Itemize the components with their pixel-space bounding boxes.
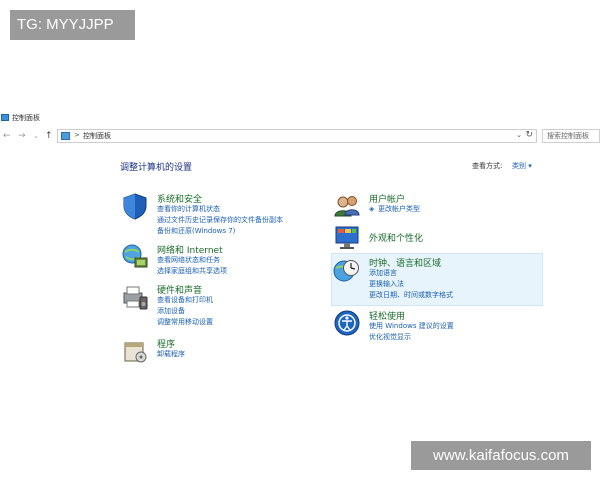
category-link[interactable]: 添加语言 — [369, 268, 397, 278]
category-link[interactable]: 更改帐户类型 — [378, 204, 420, 214]
window-title: 控制面板 — [12, 114, 40, 122]
view-by-dropdown[interactable]: 类别 ▾ — [512, 161, 532, 171]
category-link[interactable]: 查看设备和打印机 — [157, 295, 213, 305]
category-link[interactable]: 优化视觉显示 — [369, 332, 411, 342]
category-link[interactable]: 选择家庭组和共享选项 — [157, 266, 227, 276]
control-panel-icon — [61, 132, 70, 140]
shield-icon — [123, 193, 147, 220]
ease-of-access-icon — [334, 310, 360, 336]
category-link[interactable]: 添加设备 — [157, 306, 185, 316]
printer-speaker-icon — [123, 286, 148, 310]
forward-button[interactable]: → — [18, 130, 26, 142]
category-link[interactable]: 卸载程序 — [157, 349, 185, 359]
navigation-bar: ← → ⌄ ↑ > 控制面板 ⌄ ↻ 搜索控制面板 — [0, 127, 600, 145]
category-link[interactable]: 调整常用移动设置 — [157, 317, 213, 327]
breadcrumb-separator[interactable]: > — [74, 131, 80, 139]
category-link[interactable]: 备份和还原(Windows 7) — [157, 226, 235, 236]
category-link[interactable]: 更改日期、时间或数字格式 — [369, 290, 453, 300]
watermark-top: TG: MYYJJPP — [10, 10, 135, 40]
network-globe-icon — [122, 244, 148, 268]
page-title: 调整计算机的设置 — [120, 163, 193, 173]
refresh-icon[interactable]: ↻ — [525, 130, 533, 140]
breadcrumb[interactable]: 控制面板 — [83, 131, 111, 141]
monitor-appearance-icon — [335, 226, 359, 249]
users-icon — [334, 196, 360, 217]
category-heading[interactable]: 外观和个性化 — [369, 231, 423, 244]
window-titlebar: 控制面板 — [0, 111, 600, 125]
search-input[interactable]: 搜索控制面板 — [542, 129, 600, 143]
up-button[interactable]: ↑ — [45, 130, 53, 142]
category-link[interactable]: 更换输入法 — [369, 279, 404, 289]
clock-globe-icon — [333, 260, 359, 282]
category-link[interactable]: 通过文件历史记录保存你的文件备份副本 — [157, 215, 283, 225]
category-link[interactable]: 使用 Windows 建议的设置 — [369, 321, 454, 331]
chevron-down-icon[interactable]: ⌄ — [516, 131, 522, 139]
category-link[interactable]: 查看你的计算机状态 — [157, 204, 220, 214]
category-link[interactable]: 查看网络状态和任务 — [157, 255, 220, 265]
view-by-label: 查看方式: — [472, 162, 503, 170]
watermark-bottom: www.kaifafocus.com — [411, 441, 591, 470]
back-button[interactable]: ← — [3, 130, 11, 142]
uac-shield-icon: ◈ — [369, 205, 375, 213]
control-panel-icon — [1, 114, 9, 121]
address-bar[interactable]: > 控制面板 ⌄ ↻ — [57, 129, 537, 143]
recent-locations-button[interactable]: ⌄ — [33, 130, 39, 142]
programs-icon — [124, 342, 147, 363]
